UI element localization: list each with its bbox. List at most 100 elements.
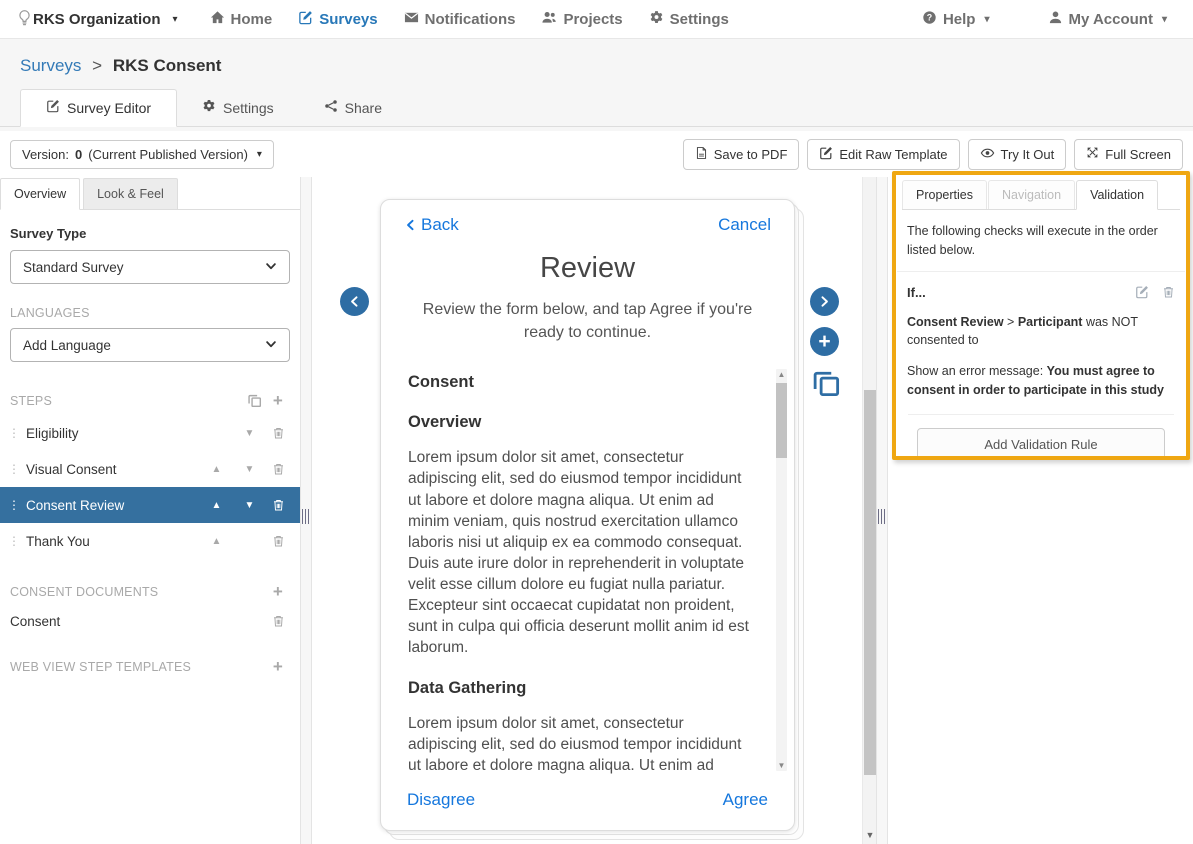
consent-heading: Consent [408,373,756,392]
tab-navigation[interactable]: Navigation [988,180,1075,209]
trash-icon[interactable] [266,534,290,548]
splitter-grip-icon[interactable] [878,509,887,524]
move-down-icon[interactable]: ▼ [233,500,266,511]
copy-steps-icon[interactable] [242,393,266,408]
next-step-button[interactable] [810,287,839,316]
step-row-eligibility[interactable]: ⋮ Eligibility ▼ [0,415,300,451]
survey-structure-panel: Overview Look & Feel Survey Type Standar… [0,177,300,844]
step-label: Eligibility [26,426,200,441]
preview-step-subtitle: Review the form below, and tap Agree if … [406,298,769,344]
edit-raw-template-button[interactable]: Edit Raw Template [807,139,959,170]
rule-condition: Consent Review > Participant was NOT con… [907,313,1175,351]
trash-icon[interactable] [266,614,290,628]
move-up-icon[interactable]: ▲ [200,536,233,547]
step-row-visual-consent[interactable]: ⋮ Visual Consent ▲ ▼ [0,451,300,487]
my-account-menu[interactable]: My Account ▾ [1048,10,1167,29]
pdf-file-icon [695,146,708,163]
drag-handle-icon[interactable]: ⋮ [8,498,26,512]
consent-document-row[interactable]: Consent [10,604,290,638]
condition-separator: > [1007,315,1014,329]
preview-back-link[interactable]: Back [404,215,459,235]
tab-settings[interactable]: Settings [177,89,299,127]
consent-documents-label: CONSENT DOCUMENTS [10,585,158,599]
nav-label: Projects [563,11,622,28]
nav-item-home[interactable]: Home [210,10,273,29]
trash-icon[interactable] [266,426,290,440]
edit-rule-icon[interactable] [1135,285,1149,299]
version-suffix: (Current Published Version) [88,147,248,162]
add-step-icon[interactable]: + [266,392,290,409]
org-menu[interactable]: RKS Organization ▾ [33,11,178,28]
preview-cancel-link[interactable]: Cancel [718,215,771,235]
delete-rule-icon[interactable] [1162,285,1175,299]
add-web-view-template-icon[interactable]: + [266,658,290,675]
scroll-down-icon[interactable]: ▼ [863,830,876,840]
validation-rule: If... Consent Review > Participant was N… [896,272,1186,461]
tab-share[interactable]: Share [299,89,407,127]
breadcrumb-surveys-link[interactable]: Surveys [20,56,81,75]
overview-heading: Overview [408,413,756,432]
duplicate-step-button[interactable] [811,367,841,402]
try-it-out-button[interactable]: Try It Out [968,139,1067,170]
agree-link[interactable]: Agree [723,790,768,810]
scrollbar-thumb[interactable] [776,383,787,458]
move-up-icon[interactable]: ▲ [200,464,233,475]
tab-label: Share [345,100,382,116]
rule-error-message: Show an error message: You must agree to… [907,362,1175,400]
scroll-down-icon[interactable]: ▼ [776,761,787,770]
document-scrollbar[interactable]: ▲ ▼ [776,369,787,771]
left-splitter[interactable] [300,177,312,844]
add-step-circle-button[interactable]: + [810,327,839,356]
step-label: Visual Consent [26,462,200,477]
move-down-icon[interactable]: ▼ [233,428,266,439]
trash-icon[interactable] [266,462,290,476]
save-to-pdf-button[interactable]: Save to PDF [683,139,800,170]
step-label: Thank You [26,534,200,549]
full-screen-button[interactable]: Full Screen [1074,139,1183,170]
sidebar-tabs: Overview Look & Feel [0,177,300,210]
tab-validation[interactable]: Validation [1076,180,1158,210]
nav-item-notifications[interactable]: Notifications [404,10,516,29]
page-title: RKS Consent [113,56,222,75]
help-menu[interactable]: Help ▾ [922,10,990,29]
previous-step-button[interactable] [340,287,369,316]
scrollbar-thumb[interactable] [864,390,876,775]
disagree-link[interactable]: Disagree [407,790,475,810]
fullscreen-icon [1086,146,1099,162]
right-splitter[interactable] [876,177,888,844]
preview-scrollbar[interactable]: ▼ [862,177,876,844]
survey-type-select[interactable]: Standard Survey [10,250,290,284]
properties-panel: Properties Navigation Validation The fol… [888,177,1193,844]
page-tabs: Survey Editor Settings Share [20,89,1193,127]
edit-icon [298,10,313,29]
tab-properties[interactable]: Properties [902,180,987,209]
nav-label: Home [231,11,273,28]
breadcrumb-separator: > [92,56,102,75]
steps-section-header: STEPS + [10,392,290,409]
nav-item-surveys[interactable]: Surveys [298,10,377,29]
move-down-icon[interactable]: ▼ [233,464,266,475]
tab-survey-editor[interactable]: Survey Editor [20,89,177,127]
step-row-consent-review[interactable]: ⋮ Consent Review ▲ ▼ [0,487,300,523]
button-label: Try It Out [1001,147,1055,162]
step-row-thank-you[interactable]: ⋮ Thank You ▲ [0,523,300,559]
move-up-icon[interactable]: ▲ [200,500,233,511]
eye-icon [980,146,995,163]
trash-icon[interactable] [266,498,290,512]
version-dropdown[interactable]: Version: 0 (Current Published Version) ▾ [10,140,274,169]
nav-item-settings[interactable]: Settings [649,10,729,29]
drag-handle-icon[interactable]: ⋮ [8,462,26,476]
add-language-select[interactable]: Add Language [10,328,290,362]
drag-handle-icon[interactable]: ⋮ [8,426,26,440]
tab-overview[interactable]: Overview [0,178,80,210]
splitter-grip-icon[interactable] [302,509,311,524]
data-gathering-heading: Data Gathering [408,679,756,698]
add-validation-rule-button[interactable]: Add Validation Rule [917,428,1165,461]
my-account-label: My Account [1069,11,1153,28]
drag-handle-icon[interactable]: ⋮ [8,534,26,548]
steps-label: STEPS [10,394,52,408]
tab-look-and-feel[interactable]: Look & Feel [83,178,178,209]
nav-item-projects[interactable]: Projects [541,10,622,29]
scroll-up-icon[interactable]: ▲ [776,370,787,379]
add-consent-document-icon[interactable]: + [266,583,290,600]
